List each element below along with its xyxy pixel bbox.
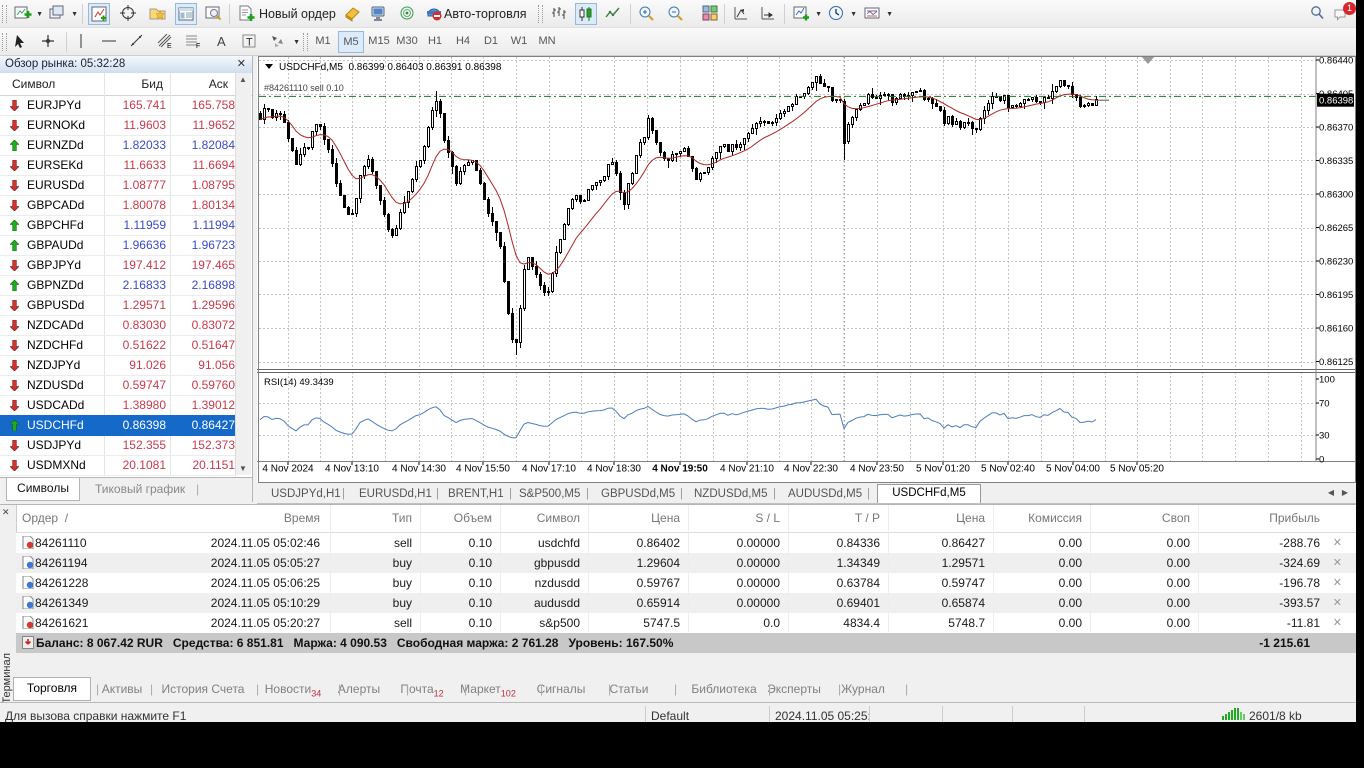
svg-text:100: 100 <box>1319 375 1335 386</box>
svg-text:0.86398: 0.86398 <box>1319 96 1353 107</box>
svg-text:0.86160: 0.86160 <box>1319 324 1353 335</box>
svg-text:0.86230: 0.86230 <box>1319 257 1353 268</box>
svg-text:4 Nov 13:10: 4 Nov 13:10 <box>325 464 379 475</box>
svg-text:5 Nov 05:20: 5 Nov 05:20 <box>1110 464 1164 475</box>
svg-text:4 Nov 22:30: 4 Nov 22:30 <box>784 464 838 475</box>
svg-text:F: F <box>196 43 200 50</box>
svg-text:0.86195: 0.86195 <box>1319 290 1353 301</box>
svg-text:5 Nov 02:40: 5 Nov 02:40 <box>981 464 1035 475</box>
svg-text:0.86335: 0.86335 <box>1319 156 1353 167</box>
svg-text:USDCHFd,M5 0.86399 0.86403 0.: USDCHFd,M5 0.86399 0.86403 0.86391 0.863… <box>279 62 502 73</box>
svg-text:0.86125: 0.86125 <box>1319 357 1353 368</box>
svg-text:0: 0 <box>1319 455 1324 466</box>
svg-text:0.86300: 0.86300 <box>1319 190 1353 201</box>
svg-text:4 Nov 23:50: 4 Nov 23:50 <box>850 464 904 475</box>
svg-text:A: A <box>217 34 226 49</box>
svg-text:4 Nov 14:30: 4 Nov 14:30 <box>392 464 446 475</box>
svg-text:4 Nov 18:30: 4 Nov 18:30 <box>587 464 641 475</box>
svg-text:0.86370: 0.86370 <box>1319 123 1353 134</box>
svg-text:0.86265: 0.86265 <box>1319 223 1353 234</box>
svg-text:4 Nov 17:10: 4 Nov 17:10 <box>522 464 576 475</box>
svg-text:RSI(14) 49.3439: RSI(14) 49.3439 <box>264 377 334 388</box>
svg-text:E: E <box>167 43 172 50</box>
svg-text:4 Nov 21:10: 4 Nov 21:10 <box>720 464 774 475</box>
svg-text:4 Nov 15:50: 4 Nov 15:50 <box>456 464 510 475</box>
svg-text:4 Nov 2024: 4 Nov 2024 <box>262 464 314 475</box>
svg-text:5 Nov 04:00: 5 Nov 04:00 <box>1046 464 1100 475</box>
svg-text:0.86440: 0.86440 <box>1319 56 1353 67</box>
svg-text:5 Nov 01:20: 5 Nov 01:20 <box>916 464 970 475</box>
svg-text:70: 70 <box>1319 399 1330 410</box>
svg-text:T: T <box>246 37 253 49</box>
svg-text:30: 30 <box>1319 431 1330 442</box>
svg-text:#84261110 sell 0.10: #84261110 sell 0.10 <box>264 83 344 93</box>
svg-text:4 Nov 19:50: 4 Nov 19:50 <box>652 464 708 475</box>
